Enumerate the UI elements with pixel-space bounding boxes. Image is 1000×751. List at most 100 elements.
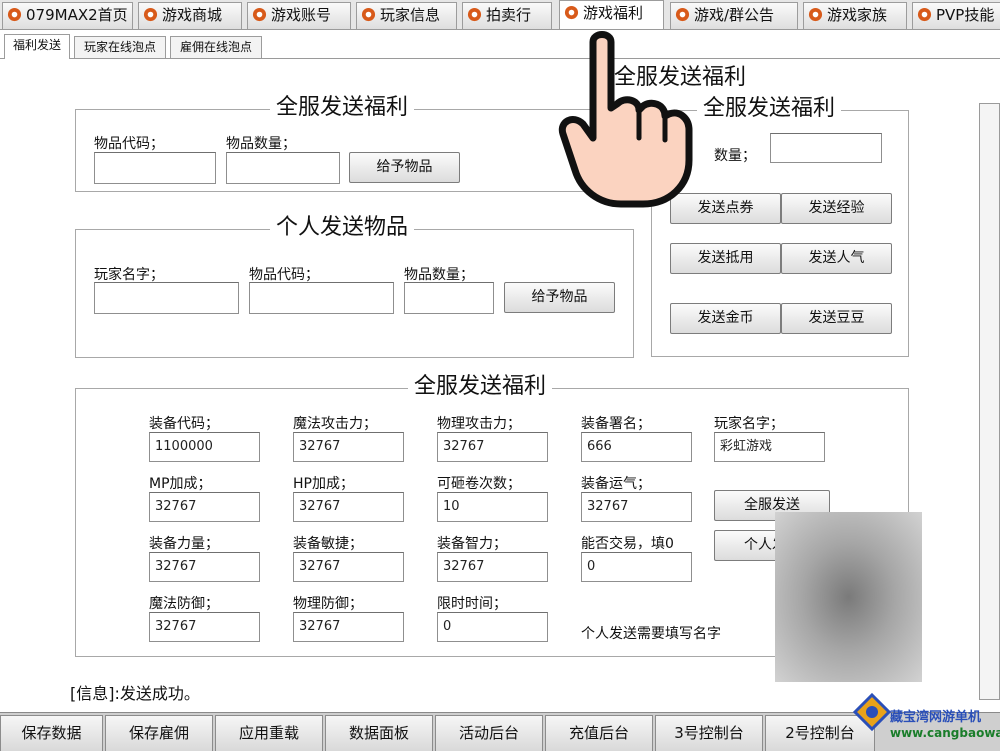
equip-intelligence-input[interactable]: [437, 552, 548, 582]
game-pad-icon: [467, 7, 482, 22]
side-scroll-panel[interactable]: [979, 103, 1000, 700]
game-pad-icon: [252, 7, 267, 22]
mp-bonus-input[interactable]: [149, 492, 260, 522]
send-gold-button[interactable]: 发送金币: [670, 303, 781, 334]
apply-reload-button[interactable]: 应用重载: [215, 715, 323, 751]
game-pad-icon: [564, 5, 579, 20]
give-item-button[interactable]: 给予物品: [504, 282, 615, 313]
physical-defense-input[interactable]: [293, 612, 404, 642]
magic-attack-input[interactable]: [293, 432, 404, 462]
tab-announcements[interactable]: 游戏/群公告: [670, 2, 798, 29]
tab-game-account[interactable]: 游戏账号: [247, 2, 351, 29]
magic-attack-label: 魔法攻击力；: [293, 416, 377, 432]
hp-bonus-input[interactable]: [293, 492, 404, 522]
group-title: 个人发送物品: [270, 216, 415, 240]
item-code-input[interactable]: [249, 282, 394, 314]
subtab-hire-online-points[interactable]: 雇佣在线泡点: [170, 36, 262, 58]
send-beans-button[interactable]: 发送豆豆: [781, 303, 892, 334]
equip-code-input[interactable]: [149, 432, 260, 462]
equip-dexterity-input[interactable]: [293, 552, 404, 582]
item-code-label: 物品代码；: [94, 136, 164, 152]
send-popularity-button[interactable]: 发送人气: [781, 243, 892, 274]
tradeable-input[interactable]: [581, 552, 692, 582]
save-hire-button[interactable]: 保存雇佣: [105, 715, 213, 751]
physical-attack-label: 物理攻击力；: [437, 416, 521, 432]
tab-label: 游戏/群公告: [694, 6, 775, 24]
equip-luck-input[interactable]: [581, 492, 692, 522]
tab-home[interactable]: 079MAX2首页: [2, 2, 133, 29]
pointing-hand-icon: [558, 31, 693, 208]
tab-auction[interactable]: 拍卖行: [462, 2, 552, 29]
watermark-logo-icon: [852, 692, 892, 732]
tab-label: 079MAX2首页: [26, 6, 128, 24]
hp-bonus-label: HP加成；: [293, 476, 354, 492]
bottom-toolbar: 保存数据 保存雇佣 应用重载 数据面板 活动后台 充值后台 3号控制台 2号控制…: [0, 712, 1000, 751]
equip-signature-label: 装备署名；: [581, 416, 651, 432]
top-tab-bar: 079MAX2首页 游戏商城 游戏账号 玩家信息 拍卖行 游戏福利 游戏/群公告…: [0, 0, 1000, 30]
equip-signature-input[interactable]: [581, 432, 692, 462]
quantity-input[interactable]: [770, 133, 882, 163]
equip-luck-label: 装备运气；: [581, 476, 651, 492]
personal-send-note: 个人发送需要填写名字: [581, 626, 721, 642]
item-code-label: 物品代码；: [249, 267, 319, 283]
sub-tab-bar: 福利发送 玩家在线泡点 雇佣在线泡点: [0, 33, 1000, 59]
tab-game-mall[interactable]: 游戏商城: [138, 2, 242, 29]
tab-label: 游戏商城: [162, 6, 223, 24]
game-pad-icon: [675, 7, 690, 22]
player-name-label: 玩家名字；: [94, 267, 164, 283]
game-pad-icon: [143, 7, 158, 22]
tab-label: 游戏家族: [827, 6, 888, 24]
tradeable-label: 能否交易，填0: [581, 536, 674, 552]
item-qty-label: 物品数量；: [226, 136, 296, 152]
time-limit-label: 限时时间；: [437, 596, 507, 612]
subtab-player-online-points[interactable]: 玩家在线泡点: [74, 36, 166, 58]
watermark-text: 藏宝湾网游单机: [890, 710, 982, 725]
physical-defense-label: 物理防御；: [293, 596, 363, 612]
save-data-button[interactable]: 保存数据: [0, 715, 103, 751]
tab-label: PVP技能: [936, 6, 995, 24]
game-pad-icon: [361, 7, 376, 22]
recharge-backend-button[interactable]: 充值后台: [545, 715, 653, 751]
item-qty-input[interactable]: [226, 152, 340, 184]
game-pad-icon: [808, 7, 823, 22]
item-code-input[interactable]: [94, 152, 216, 184]
give-item-button[interactable]: 给予物品: [349, 152, 460, 183]
subtab-welfare-send[interactable]: 福利发送: [4, 34, 70, 59]
upgrade-slots-input[interactable]: [437, 492, 548, 522]
upgrade-slots-label: 可砸卷次数；: [437, 476, 521, 492]
mp-bonus-label: MP加成；: [149, 476, 212, 492]
equip-strength-label: 装备力量；: [149, 536, 219, 552]
group-title: 全服发送福利: [270, 96, 415, 120]
magic-defense-label: 魔法防御；: [149, 596, 219, 612]
send-exp-button[interactable]: 发送经验: [781, 193, 892, 224]
group-title: 全服发送福利: [697, 97, 842, 121]
equip-code-label: 装备代码；: [149, 416, 219, 432]
console-3-button[interactable]: 3号控制台: [655, 715, 763, 751]
player-name-input[interactable]: [714, 432, 825, 462]
blurred-overlay: [775, 512, 922, 682]
tab-label: 拍卖行: [486, 6, 532, 24]
player-name-input[interactable]: [94, 282, 239, 314]
tab-label: 游戏福利: [583, 4, 644, 22]
event-backend-button[interactable]: 活动后台: [435, 715, 543, 751]
equip-strength-input[interactable]: [149, 552, 260, 582]
item-qty-input[interactable]: [404, 282, 494, 314]
tab-label: 游戏账号: [271, 6, 332, 24]
tab-player-info[interactable]: 玩家信息: [356, 2, 457, 29]
group-title: 全服发送福利: [408, 375, 553, 399]
equip-intelligence-label: 装备智力；: [437, 536, 507, 552]
tab-game-family[interactable]: 游戏家族: [803, 2, 907, 29]
personal-item-group: 个人发送物品 玩家名字； 物品代码； 物品数量； 给予物品: [75, 216, 634, 358]
time-limit-input[interactable]: [437, 612, 548, 642]
game-pad-icon: [7, 7, 22, 22]
game-pad-icon: [917, 7, 932, 22]
physical-attack-input[interactable]: [437, 432, 548, 462]
tab-label: 玩家信息: [380, 6, 441, 24]
tab-game-welfare[interactable]: 游戏福利: [559, 0, 664, 29]
send-voucher-button[interactable]: 发送抵用: [670, 243, 781, 274]
item-qty-label: 物品数量；: [404, 267, 474, 283]
data-panel-button[interactable]: 数据面板: [325, 715, 433, 751]
magic-defense-input[interactable]: [149, 612, 260, 642]
tab-pvp-skills[interactable]: PVP技能: [912, 2, 1000, 29]
status-message: [信息]:发送成功。: [70, 684, 200, 703]
